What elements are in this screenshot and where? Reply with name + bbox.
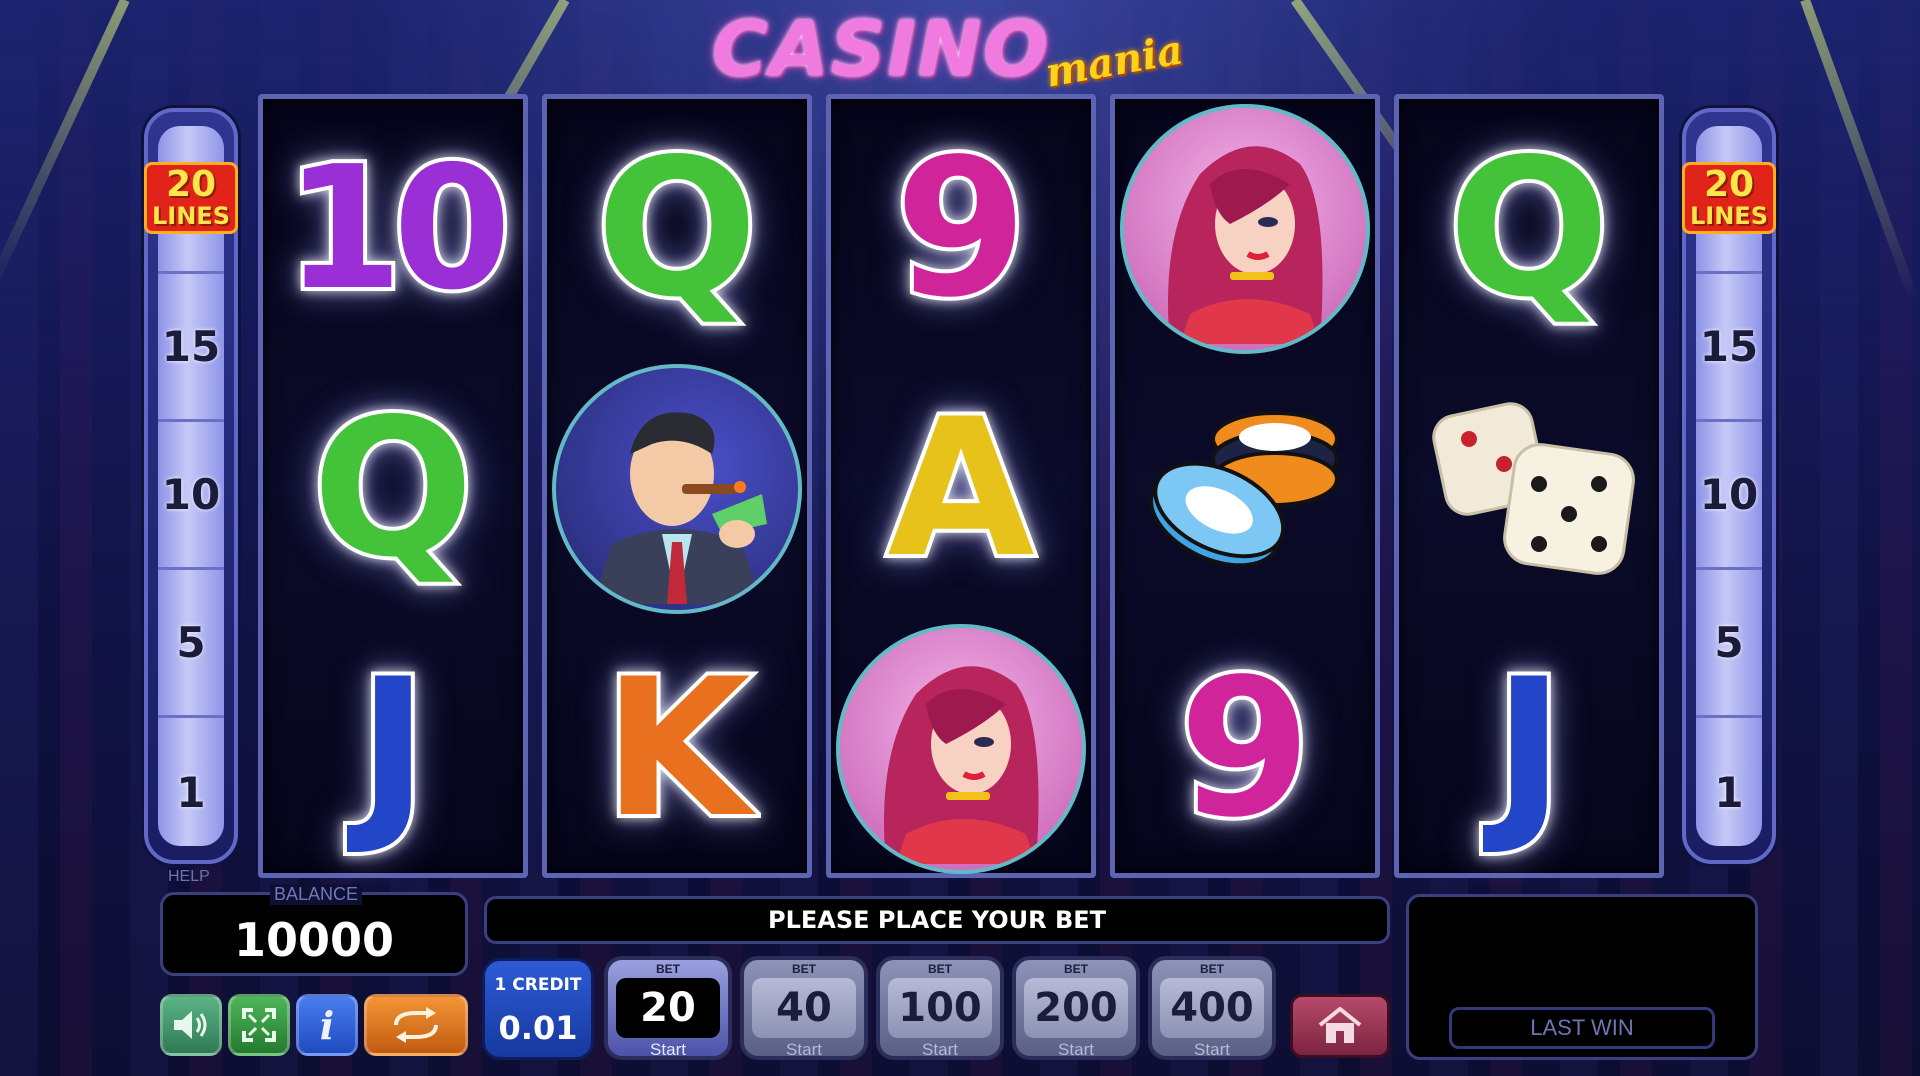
info-button[interactable]: i xyxy=(296,994,358,1056)
reel-1: 10 Q J xyxy=(258,94,528,878)
symbol-lady xyxy=(836,624,1086,874)
bet-button-100[interactable]: BET 100 Start xyxy=(876,956,1004,1060)
reel-4: 9 xyxy=(1110,94,1380,878)
line-marker-1[interactable]: 1 xyxy=(158,718,224,846)
autoplay-icon xyxy=(394,1007,438,1043)
line-marker-15[interactable]: 15 xyxy=(158,274,224,422)
bet-value: 200 xyxy=(1024,978,1128,1038)
left-lines-pillar: 15 10 5 1 20 LINES xyxy=(144,108,238,864)
reel-4-cell-2 xyxy=(1115,359,1375,619)
balance-label: BALANCE xyxy=(270,884,363,905)
businessman-icon xyxy=(592,412,767,604)
bet-button-200[interactable]: BET 200 Start xyxy=(1012,956,1140,1060)
autoplay-button[interactable] xyxy=(364,994,468,1056)
bet-button-20[interactable]: BET 20 Start xyxy=(604,956,732,1060)
line-marker-5[interactable]: 5 xyxy=(1696,570,1762,718)
reel-5-cell-1: Q xyxy=(1399,99,1659,359)
fullscreen-icon xyxy=(242,1008,276,1042)
win-display: LAST WIN xyxy=(1406,894,1758,1060)
symbol-ten: 10 xyxy=(281,130,516,328)
status-message: PLEASE PLACE YOUR BET xyxy=(484,896,1390,944)
last-win-label: LAST WIN xyxy=(1449,1007,1715,1049)
reel-1-cell-3: J xyxy=(263,619,523,879)
bet-value: 100 xyxy=(888,978,992,1038)
symbol-ace: A xyxy=(883,378,1038,599)
symbol-queen: Q xyxy=(592,118,762,339)
reel-2-cell-2 xyxy=(547,359,807,619)
line-marker-15[interactable]: 15 xyxy=(1696,274,1762,422)
fullscreen-button[interactable] xyxy=(228,994,290,1056)
line-marker-1[interactable]: 1 xyxy=(1696,718,1762,846)
symbol-nine: 9 xyxy=(891,118,1031,339)
bet-value: 20 xyxy=(616,978,720,1038)
bet-value: 400 xyxy=(1160,978,1264,1038)
symbol-nine: 9 xyxy=(1175,638,1315,859)
reels-area: 10 Q J Q K 9 A 9 Q J xyxy=(258,94,1664,880)
lady-icon xyxy=(884,666,1039,864)
symbol-jack: J xyxy=(354,638,433,859)
reel-1-cell-2: Q xyxy=(263,359,523,619)
speaker-icon xyxy=(174,1011,207,1039)
line-marker-10[interactable]: 10 xyxy=(158,422,224,570)
line-marker-5[interactable]: 5 xyxy=(158,570,224,718)
home-icon xyxy=(1318,1007,1362,1043)
bet-button-400[interactable]: BET 400 Start xyxy=(1148,956,1276,1060)
bet-value: 40 xyxy=(752,978,856,1038)
reel-3-cell-1: 9 xyxy=(831,99,1091,359)
symbol-queen: Q xyxy=(1444,118,1614,339)
reel-5-cell-2 xyxy=(1399,359,1659,619)
game-logo: CASINO mania xyxy=(700,4,1240,97)
right-lines-pillar: 15 10 5 1 20 LINES xyxy=(1682,108,1776,864)
reel-5: Q J xyxy=(1394,94,1664,878)
reel-3: 9 A xyxy=(826,94,1096,878)
logo-main-text: CASINO xyxy=(712,4,1050,93)
symbol-jack: J xyxy=(1490,638,1569,859)
reel-4-cell-1 xyxy=(1115,99,1375,359)
symbol-queen: Q xyxy=(308,378,478,599)
reel-4-cell-3: 9 xyxy=(1115,619,1375,879)
line-marker-10[interactable]: 10 xyxy=(1696,422,1762,570)
sound-button[interactable] xyxy=(160,994,222,1056)
credit-value-button[interactable]: 1 CREDIT 0.01 xyxy=(482,958,594,1060)
reel-2-cell-1: Q xyxy=(547,99,807,359)
info-icon: i xyxy=(319,1002,335,1048)
home-button[interactable] xyxy=(1290,994,1390,1058)
lady-icon xyxy=(1168,146,1323,344)
reel-5-cell-3: J xyxy=(1399,619,1659,879)
lines-badge[interactable]: 20 LINES xyxy=(1682,162,1776,234)
reel-1-cell-1: 10 xyxy=(263,99,523,359)
help-link[interactable]: HELP xyxy=(168,868,210,886)
casino-chips-icon xyxy=(1149,411,1339,568)
balance-value: 10000 xyxy=(233,913,395,967)
symbol-businessman xyxy=(552,364,802,614)
reel-2-cell-3: K xyxy=(547,619,807,879)
credit-value: 0.01 xyxy=(498,1009,578,1047)
logo-sub-text: mania xyxy=(1041,26,1187,97)
reel-3-cell-3 xyxy=(831,619,1091,879)
bet-button-40[interactable]: BET 40 Start xyxy=(740,956,868,1060)
lines-badge[interactable]: 20 LINES xyxy=(144,162,238,234)
symbol-lady xyxy=(1120,104,1370,354)
reel-2: Q K xyxy=(542,94,812,878)
reel-3-cell-2: A xyxy=(831,359,1091,619)
dice-icon xyxy=(1432,402,1635,575)
symbol-king: K xyxy=(599,638,754,859)
credit-label: 1 CREDIT xyxy=(494,975,582,995)
